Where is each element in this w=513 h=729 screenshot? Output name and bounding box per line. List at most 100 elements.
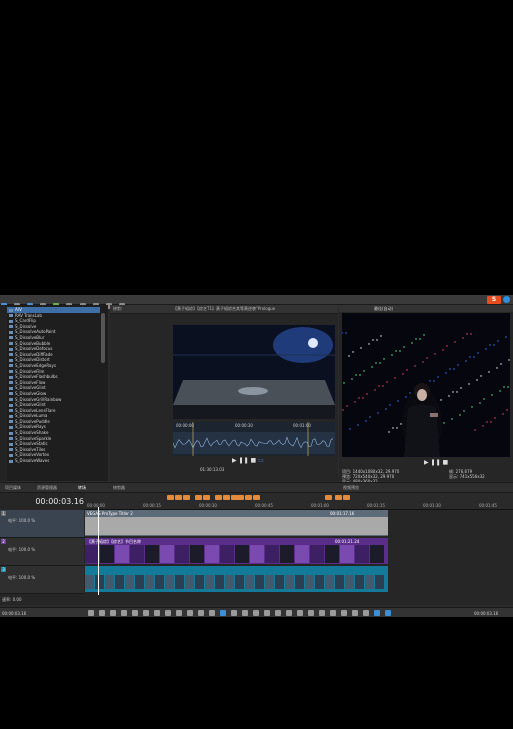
ruler-label: 00:00:30	[199, 503, 217, 508]
transport-button-icon[interactable]	[341, 610, 347, 616]
transition-item[interactable]: S_DissolveWaves	[7, 458, 100, 464]
video-thumbnail	[145, 545, 159, 563]
preview-play-icon[interactable]: ▶	[424, 459, 429, 466]
transition-icon	[9, 432, 13, 435]
transport-button-icon[interactable]	[319, 610, 325, 616]
help-icon[interactable]	[503, 296, 510, 303]
tab-transitions[interactable]: 转场	[75, 484, 89, 491]
transition-label: S_CardFlip	[15, 318, 36, 323]
transport-button-icon[interactable]	[132, 610, 138, 616]
transition-icon	[9, 381, 13, 384]
transition-label: S_DissolveFlow	[15, 380, 45, 385]
video-thumbnail	[220, 545, 234, 563]
preview-pause-icon[interactable]: ❚❚	[431, 459, 441, 466]
transport-button-icon[interactable]	[264, 610, 270, 616]
timeline-timecode: 00:00:03.16	[2, 496, 84, 508]
ruler-label: 00:01:45	[479, 503, 497, 508]
transport-button-icon[interactable]	[198, 610, 204, 616]
marker[interactable]	[167, 495, 174, 500]
transport-button-icon[interactable]	[99, 610, 105, 616]
category-tree[interactable]	[0, 305, 7, 481]
transport-button-icon[interactable]	[385, 610, 391, 616]
ruler-label: 00:01:00	[311, 503, 329, 508]
audio-thumbnail	[145, 575, 154, 589]
list-scrollbar[interactable]	[101, 313, 105, 363]
transport-button-icon[interactable]	[253, 610, 259, 616]
marker[interactable]	[203, 495, 210, 500]
transport-button-icon[interactable]	[88, 610, 94, 616]
transition-label: S_DissolveGlint	[15, 402, 46, 407]
pause-icon[interactable]: ❚❚	[239, 457, 249, 464]
marker[interactable]	[237, 495, 244, 500]
marker[interactable]	[183, 495, 190, 500]
audio-thumbnail	[225, 575, 234, 589]
marker[interactable]	[325, 495, 332, 500]
marker[interactable]	[215, 495, 222, 500]
transport-button-icon[interactable]	[220, 610, 226, 616]
timeline-ruler[interactable]: 00:00:00 00:00:15 00:00:30 00:00:45 00:01:00…	[85, 493, 513, 510]
transport-button-icon[interactable]	[363, 610, 369, 616]
transport-button-icon[interactable]	[154, 610, 160, 616]
tab-explorer[interactable]: 资源管理器	[34, 484, 60, 491]
stage-video-frame	[173, 325, 335, 419]
audio-thumbnail	[265, 575, 274, 589]
transition-label: S_DissolveGlint	[15, 385, 46, 390]
transport-button-icon[interactable]	[110, 610, 116, 616]
transition-label: S_DissolveGrillRainbow	[15, 397, 61, 402]
transport-button-icon[interactable]	[308, 610, 314, 616]
audio-thumbnail	[135, 575, 144, 589]
tab-trimmer[interactable]: 修剪器	[110, 484, 128, 491]
marker[interactable]	[253, 495, 260, 500]
marker[interactable]	[343, 495, 350, 500]
transport-button-icon[interactable]	[176, 610, 182, 616]
marker[interactable]	[223, 495, 230, 500]
transport-button-icon[interactable]	[352, 610, 358, 616]
transport-button-icon[interactable]	[121, 610, 127, 616]
audio-thumbnail	[375, 575, 384, 589]
transport-button-icon[interactable]	[374, 610, 380, 616]
transport-button-icon[interactable]	[165, 610, 171, 616]
track-header-audio[interactable]: 3 电平: 100.0 %	[0, 566, 84, 594]
transport-button-icon[interactable]	[231, 610, 237, 616]
audio-waveform[interactable]: 00:00:00 00:00:30 00:01:00	[173, 422, 335, 456]
track-header-video[interactable]: 2 电平: 100.0 %	[0, 538, 84, 566]
play-icon[interactable]: ▶	[232, 457, 237, 464]
audio-clip[interactable]	[85, 566, 388, 592]
stop-icon[interactable]: ■	[251, 457, 257, 464]
preview-stop-icon[interactable]: ■	[443, 459, 449, 466]
transport-button-icon[interactable]	[330, 610, 336, 616]
transport-button-icon[interactable]	[275, 610, 281, 616]
track-level[interactable]: 电平: 100.0 %	[8, 547, 35, 552]
wave-ruler-2: 00:01:00	[293, 423, 311, 428]
title-clip-body	[85, 517, 388, 535]
tab-project-media[interactable]: 项目媒体	[2, 484, 24, 491]
preview-frame	[342, 313, 510, 457]
transition-label: S_DissolveLuma	[15, 413, 47, 418]
transport-button-icon[interactable]	[242, 610, 248, 616]
title-clip[interactable]: VEGAS ProType Titler 2 00:01:17.16	[85, 510, 388, 536]
transport-button-icon[interactable]	[286, 610, 292, 616]
playhead[interactable]	[98, 507, 99, 595]
marker[interactable]	[245, 495, 252, 500]
preview-quality[interactable]: 最佳(自动)	[374, 306, 393, 311]
transport-button-icon[interactable]	[143, 610, 149, 616]
transport-button-icon[interactable]	[209, 610, 215, 616]
transport-button-icon[interactable]	[297, 610, 303, 616]
track-level[interactable]: 电平: 100.0 %	[8, 575, 35, 580]
audio-thumbnail	[345, 575, 354, 589]
title-clip-name: VEGAS ProType Titler 2	[87, 511, 133, 516]
video-clip[interactable]: 【黄子韬综】【综艺】节目名称 00:01:21.24	[85, 538, 388, 564]
wave-ruler-1: 00:00:30	[235, 423, 253, 428]
transition-icon	[9, 387, 13, 390]
track-level[interactable]: 电平: 100.0 %	[8, 518, 35, 523]
video-thumbnail	[205, 545, 219, 563]
track-header-title[interactable]: 1 电平: 100.0 %	[0, 510, 84, 538]
title-clip-end: 00:01:17.16	[330, 511, 354, 516]
marker[interactable]	[195, 495, 202, 500]
loop-icon[interactable]: ▭	[258, 457, 264, 464]
marker[interactable]	[335, 495, 342, 500]
audio-thumbnail	[335, 575, 344, 589]
transport-button-icon[interactable]	[187, 610, 193, 616]
marker[interactable]	[175, 495, 182, 500]
tab-video-preview[interactable]: 视频预览	[340, 484, 362, 491]
